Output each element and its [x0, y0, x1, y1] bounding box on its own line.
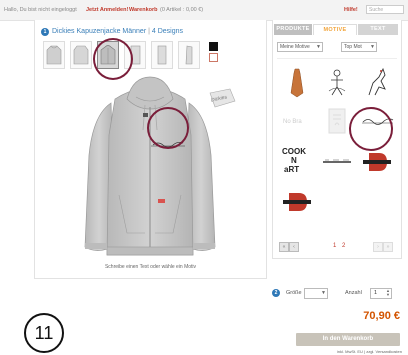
cart-summary: (0 Artikel : 0,00 €)	[160, 7, 204, 13]
tab-text[interactable]: TEXT	[358, 24, 398, 35]
quantity-label: Anzahl	[345, 290, 362, 296]
motif-art-text: aRT	[284, 165, 300, 174]
product-preview[interactable]: Dickies	[35, 75, 266, 265]
motif-category-select[interactable]: Meine Motive ▼	[277, 42, 323, 52]
product-designer-panel: 1 Dickies Kapuzenjacke Männer | 4 Designs	[34, 20, 267, 279]
help-link[interactable]: Hilfe!	[344, 7, 358, 13]
price-display: 70,90 €	[363, 310, 400, 322]
login-status-text: Hallo, Du bist nicht eingeloggt	[4, 7, 77, 13]
cart-link[interactable]: Warenkorb	[129, 7, 158, 13]
product-title-row: 1 Dickies Kapuzenjacke Männer | 4 Designs	[41, 28, 183, 36]
motif-red-d-logo-2[interactable]	[279, 185, 315, 219]
motif-faded-text[interactable]: No Bra	[279, 105, 315, 139]
thumb-sleeve-right[interactable]	[151, 41, 173, 69]
tab-motifs[interactable]: MOTIVE	[313, 24, 357, 35]
first-page-icon[interactable]: «	[279, 242, 289, 252]
stepper-arrows-icon: ▲ ▼	[386, 288, 390, 297]
highlight-ring-design	[147, 107, 189, 149]
search-input[interactable]: Suche	[366, 5, 404, 14]
tax-shipping-note: inkl. MwSt. EU | zzgl. Versandkosten	[336, 349, 402, 354]
prev-page-icon[interactable]: ‹	[289, 242, 299, 252]
designs-count[interactable]: 4 Designs	[152, 28, 183, 35]
motif-horse[interactable]	[359, 65, 395, 99]
thumb-front-view[interactable]	[43, 41, 65, 69]
highlight-ring-thumb	[93, 38, 133, 80]
thumb-back-view[interactable]	[70, 41, 92, 69]
quantity-value: 1	[374, 290, 378, 296]
motif-n-text: N	[291, 156, 297, 165]
quantity-stepper[interactable]: 1 ▲ ▼	[370, 288, 392, 299]
size-label: Größe	[286, 290, 302, 296]
motif-small-text[interactable]	[319, 145, 355, 179]
login-link[interactable]: Jetzt Anmelden!	[86, 7, 128, 13]
next-page-icon[interactable]: ›	[373, 242, 383, 252]
chevron-down-icon: ▼	[370, 44, 375, 50]
motif-category-value: Meine Motive	[280, 44, 310, 50]
color-swatch-white[interactable]	[209, 53, 218, 62]
motif-sort-value: Top Mot	[344, 44, 362, 50]
motif-tie[interactable]	[279, 65, 315, 99]
size-select[interactable]: ▼	[304, 288, 328, 299]
tab-products[interactable]: PRODUKTE	[274, 24, 312, 35]
annotation-step-badge: 11	[24, 313, 64, 353]
top-bar: Hallo, Du bist nicht eingeloggt Jetzt An…	[0, 0, 408, 21]
motif-cook-n-art[interactable]: COOK N aRT	[279, 145, 315, 179]
chevron-down-icon: ▼	[316, 44, 321, 50]
page-numbers[interactable]: 1 2	[333, 243, 347, 249]
motif-faded-text-label: No Bra	[283, 119, 302, 125]
motif-sort-select[interactable]: Top Mot ▼	[341, 42, 377, 52]
order-options-row: 2 Größe ▼ Anzahl 1 ▲ ▼	[272, 288, 400, 299]
hoodie-image	[84, 76, 236, 256]
motif-figure[interactable]	[319, 65, 355, 99]
motif-cook-text: COOK	[282, 147, 306, 156]
design-hint-caption: Schreibe einen Text oder wähle ein Motiv	[104, 264, 197, 270]
chevron-down-icon: ▼	[321, 290, 326, 296]
motif-pagination: « ‹ 1 2 › »	[277, 242, 397, 254]
last-page-icon[interactable]: »	[383, 242, 393, 252]
product-name[interactable]: Dickies Kapuzenjacke Männer	[52, 28, 146, 35]
step-number-icon: 2	[272, 289, 280, 297]
highlight-ring-motif	[349, 107, 393, 151]
color-swatch-black[interactable]	[209, 42, 218, 51]
thumb-side-view[interactable]	[178, 41, 200, 69]
add-to-cart-button[interactable]: In den Warenkorb	[296, 333, 400, 346]
step-number-icon: 1	[41, 28, 49, 36]
